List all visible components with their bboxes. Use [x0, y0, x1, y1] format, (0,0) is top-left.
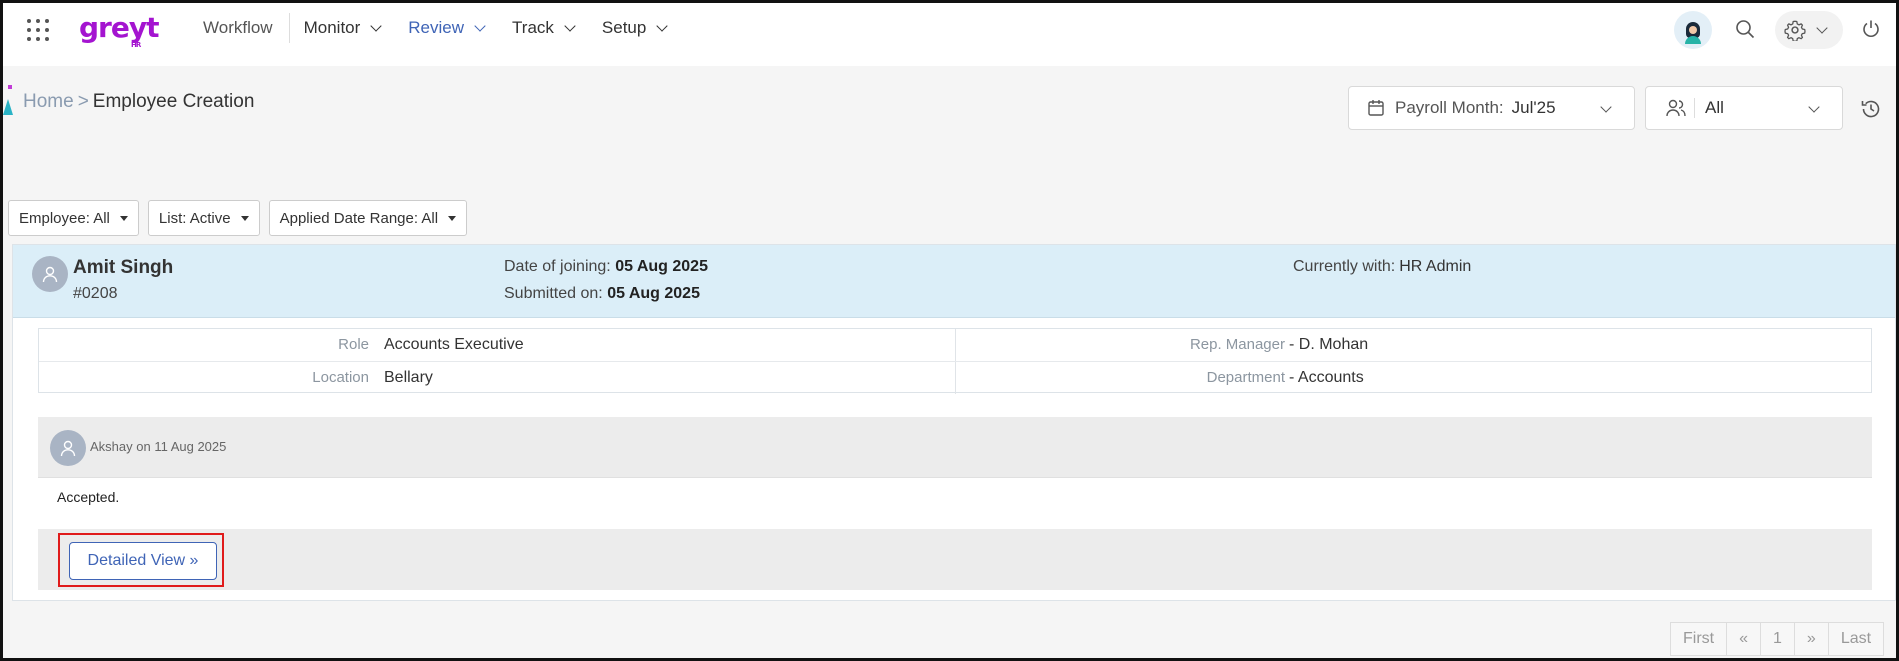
chevron-down-icon [1816, 21, 1828, 34]
role-value: Accounts Executive [384, 336, 524, 353]
group-value: All [1705, 98, 1724, 117]
manager-value: - D. Mohan [1289, 336, 1369, 353]
employee-avatar [32, 256, 68, 292]
history-icon[interactable] [1860, 98, 1882, 120]
chevron-down-icon [474, 19, 486, 32]
pager-first[interactable]: First [1671, 623, 1728, 655]
location-label: Location [312, 369, 369, 386]
user-avatar[interactable] [1674, 11, 1712, 49]
pager-page[interactable]: 1 [1761, 623, 1795, 655]
chevron-down-icon [1808, 101, 1820, 113]
submitted-value: 05 Aug 2025 [607, 285, 700, 302]
doj-label: Date of joining: [504, 258, 611, 275]
doj-value: 05 Aug 2025 [615, 258, 708, 275]
nav-setup[interactable]: Setup [588, 3, 680, 53]
chevron-down-icon [564, 19, 576, 32]
employee-details-table: Role Accounts Executive Rep. Manager - D… [38, 328, 1872, 394]
employee-filter-label: Employee: All [19, 209, 110, 227]
page-title: Employee Creation [92, 91, 255, 112]
payroll-month-value: Jul'25 [1511, 98, 1556, 117]
chevron-down-icon [1600, 101, 1612, 113]
employee-id: #0208 [73, 285, 118, 302]
commenter-avatar [50, 430, 86, 466]
department-value: - Accounts [1289, 369, 1364, 386]
payroll-month-selector[interactable]: Payroll Month: Jul'25 [1348, 86, 1635, 130]
logo-sub-text: HR [131, 41, 141, 49]
breadcrumb: Home > Employee Creation [23, 91, 254, 113]
search-icon[interactable] [1735, 19, 1755, 39]
side-tab-icon[interactable] [3, 85, 13, 115]
breadcrumb-separator: > [77, 91, 89, 112]
group-divider [1694, 98, 1695, 118]
logo-text: greyt [79, 11, 159, 44]
comment-text: Accepted. [57, 489, 120, 505]
submitted-on: Submitted on: 05 Aug 2025 [504, 285, 700, 303]
users-icon [1666, 99, 1686, 117]
employee-request-card: Amit Singh #0208 Date of joining: 05 Aug… [12, 244, 1896, 601]
date-of-joining: Date of joining: 05 Aug 2025 [504, 258, 708, 276]
currently-with: Currently with: HR Admin [1293, 258, 1471, 276]
list-filter-dropdown[interactable]: List: Active [147, 200, 260, 236]
pagination: First « 1 » Last [1670, 622, 1885, 656]
calendar-icon [1368, 100, 1384, 116]
payroll-month-label: Payroll Month: [1395, 98, 1504, 117]
caret-down-icon [448, 215, 457, 221]
card-action-bar: Detailed View » [38, 529, 1872, 590]
nav-workflow-label: Workflow [203, 18, 273, 37]
nav-review[interactable]: Review [394, 3, 498, 53]
nav-track-label: Track [512, 18, 554, 37]
avatar-body [1685, 36, 1701, 44]
pager-last[interactable]: Last [1829, 623, 1883, 655]
pager-prev[interactable]: « [1727, 623, 1762, 655]
greythr-logo[interactable]: greyt HR [79, 11, 159, 49]
caret-down-icon [119, 215, 128, 221]
currently-label: Currently with: [1293, 258, 1396, 275]
list-filter-label: List: Active [158, 209, 231, 227]
pager-next[interactable]: » [1795, 623, 1829, 655]
power-icon[interactable] [1861, 19, 1881, 39]
employee-group-selector[interactable]: All [1645, 86, 1843, 130]
user-icon [42, 266, 58, 283]
settings-menu[interactable] [1775, 11, 1843, 49]
date-range-filter-label: Applied Date Range: All [279, 209, 439, 227]
location-value: Bellary [384, 369, 433, 386]
nav-monitor-label: Monitor [303, 18, 361, 37]
currently-value: HR Admin [1399, 258, 1472, 275]
details-row: Location Bellary Department - Accounts [39, 361, 1871, 394]
nav-setup-label: Setup [601, 18, 647, 37]
chevron-down-icon [370, 19, 382, 32]
breadcrumb-home-link[interactable]: Home [23, 91, 74, 112]
comment-header: Akshay on 11 Aug 2025 [38, 417, 1872, 478]
role-label: Role [338, 336, 369, 353]
employee-card-header: Amit Singh #0208 Date of joining: 05 Aug… [13, 245, 1895, 318]
caret-down-icon [240, 215, 249, 221]
nav-workflow[interactable]: Workflow [189, 13, 290, 43]
avatar-face [1689, 26, 1697, 34]
filter-bar: Employee: All List: Active Applied Date … [8, 200, 468, 236]
user-icon [60, 440, 76, 457]
top-navbar: greyt HR Workflow Monitor Review Track S… [3, 3, 1896, 66]
main-nav: Workflow Monitor Review Track Setup [189, 3, 680, 53]
nav-review-label: Review [408, 18, 465, 37]
highlight-box: Detailed View » [58, 533, 224, 587]
nav-track[interactable]: Track [498, 3, 588, 53]
gear-icon [1784, 20, 1806, 41]
employee-filter-dropdown[interactable]: Employee: All [8, 200, 139, 236]
employee-name[interactable]: Amit Singh [73, 257, 173, 279]
details-row: Role Accounts Executive Rep. Manager - D… [39, 329, 1871, 361]
date-range-filter-dropdown[interactable]: Applied Date Range: All [268, 200, 468, 236]
column-divider [955, 329, 956, 361]
apps-grid-icon[interactable] [27, 19, 49, 41]
column-divider [955, 362, 956, 394]
detailed-view-button[interactable]: Detailed View » [69, 542, 217, 580]
comment-meta: Akshay on 11 Aug 2025 [90, 439, 227, 454]
nav-monitor[interactable]: Monitor [290, 3, 395, 53]
department-label: Department [1206, 369, 1285, 386]
chevron-down-icon [656, 19, 669, 32]
submitted-label: Submitted on: [504, 285, 603, 302]
manager-label: Rep. Manager [1189, 336, 1285, 353]
